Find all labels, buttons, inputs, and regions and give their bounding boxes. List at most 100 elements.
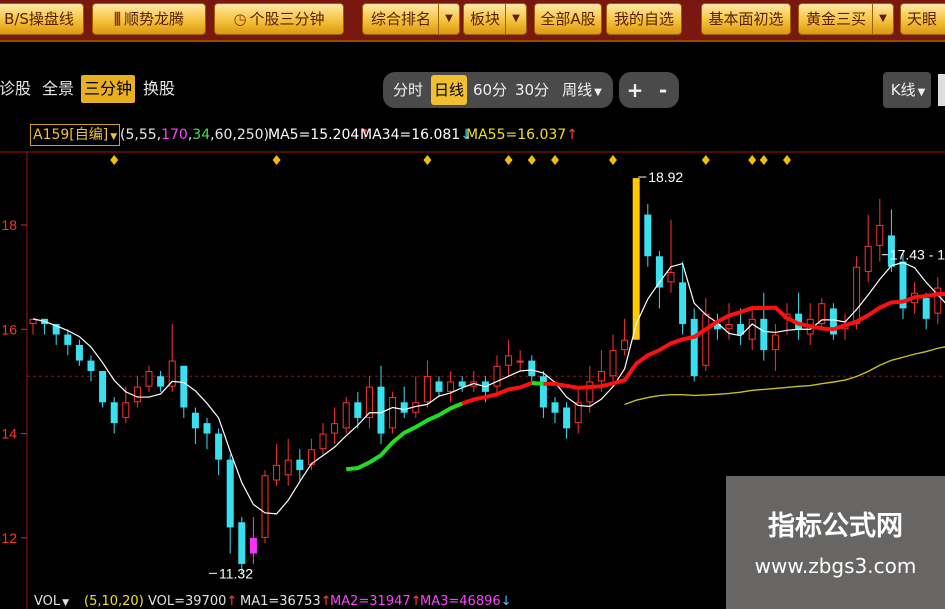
all-a-shares-label: 全部A股 (540, 10, 596, 28)
candle-body (644, 214, 652, 257)
candle-body (64, 334, 72, 345)
my-watchlist-label: 我的自选 (613, 10, 674, 28)
candle-body (539, 376, 547, 408)
volume-ma1: MA1=36753↑ (240, 594, 332, 609)
candle-body (284, 459, 292, 476)
bs-operate-button[interactable]: B/S操盘线 (0, 3, 84, 35)
signal-diamond (527, 155, 536, 165)
tab-diagnose[interactable]: 诊股 (0, 75, 34, 103)
watermark-url: www.zbgs3.com (754, 554, 917, 578)
candle-body (876, 225, 884, 246)
candle-body (864, 245, 872, 272)
fundamental-screen-button[interactable]: 基本面初选 (701, 3, 791, 35)
sector-dropdown-chevron-icon: ▼ (505, 4, 526, 34)
param-34: 34 (192, 127, 211, 143)
volume-params: (5,10,20) (84, 594, 144, 609)
candle-body (748, 318, 756, 340)
ma5-value: MA5=15.204↑ (268, 127, 372, 143)
stock-three-min-button[interactable]: ◷ 个股三分钟 (214, 3, 344, 35)
candle-body (168, 360, 176, 387)
candle-body (29, 318, 37, 325)
trend-dragon-button[interactable]: ⫼ 顺势龙腾 (92, 3, 206, 35)
sector-label: 板块 (469, 10, 500, 28)
zoom-out-button[interactable]: - (651, 75, 675, 105)
golden-three-buy-dropdown[interactable]: 黄金三买 ▼ (798, 3, 894, 35)
period-30min[interactable]: 30分 (514, 75, 550, 105)
candle-body (702, 313, 710, 366)
candle-body (377, 386, 385, 434)
indicator-bar: A159[自编] ▼ (5,55,170,34,60,250) MA5=15.20… (0, 118, 945, 152)
rank-dropdown-chevron-icon: ▼ (438, 4, 459, 34)
all-a-shares-button[interactable]: 全部A股 (534, 3, 602, 35)
right-edge-button[interactable] (938, 74, 945, 106)
sector-dropdown[interactable]: 板块 ▼ (463, 3, 527, 35)
annotation-label: 17.43 - 17 (890, 247, 945, 263)
candle-body (447, 381, 455, 392)
y-tick-label: 12 (1, 530, 17, 546)
rank-label: 综合排名 (370, 10, 431, 28)
ma55-line (624, 346, 945, 406)
candle-body (157, 376, 165, 387)
volume-label[interactable]: VOL ▼ (34, 594, 69, 609)
candle-body (667, 271, 675, 283)
candle-body (597, 371, 605, 382)
signal-diamond (423, 155, 432, 165)
indicator-chevron-icon: ▼ (110, 132, 118, 142)
rank-dropdown[interactable]: 综合排名 ▼ (362, 3, 460, 35)
signal-diamond (272, 155, 281, 165)
candle-body (516, 360, 524, 363)
candle-body (771, 334, 779, 351)
period-weekly-dropdown[interactable]: 周线 ▼ (556, 75, 608, 105)
candle-body (191, 412, 199, 429)
candle-body (238, 522, 246, 564)
period-60min[interactable]: 60分 (472, 75, 508, 105)
kline-type-dropdown[interactable]: K线 ▼ (885, 75, 931, 105)
signal-markers (110, 155, 791, 165)
candle-body (760, 318, 768, 351)
sky-eye-button[interactable]: 天眼 (900, 3, 945, 35)
volume-ma2: MA2=31947↑ (330, 594, 422, 609)
candle-body (215, 433, 223, 460)
zoom-in-button[interactable]: + (623, 75, 647, 105)
candle-body (99, 371, 107, 403)
price-axis: 18 16 14 12 (1, 217, 27, 546)
volume-value: VOL=39700↑ (148, 594, 238, 609)
period-intraday[interactable]: 分时 (390, 75, 426, 105)
candle-body (249, 537, 257, 554)
candle-body (423, 376, 431, 403)
candle-body (853, 266, 861, 325)
golden-three-buy-chevron-icon: ▼ (872, 4, 893, 34)
param-rest: 60,250) (214, 127, 270, 143)
kline-label: K线 (890, 81, 916, 99)
indicator-selector[interactable]: A159[自编] ▼ (30, 124, 121, 146)
candle-body (133, 386, 141, 403)
my-watchlist-button[interactable]: 我的自选 (606, 3, 682, 35)
signal-diamond (701, 155, 710, 165)
tab-overview[interactable]: 全景 (39, 75, 77, 103)
y-tick-label: 18 (1, 217, 17, 233)
tab-switch-stock[interactable]: 换股 (140, 75, 178, 103)
candle-body (342, 402, 350, 429)
candle-body (226, 459, 234, 528)
candle-body (400, 402, 408, 413)
candle-body (505, 355, 513, 366)
candle-body (621, 339, 629, 351)
tab-three-minutes[interactable]: 三分钟 (81, 75, 136, 103)
candle-body (528, 360, 536, 377)
candle-body (725, 324, 733, 330)
watermark: 指标公式网 www.zbgs3.com (726, 476, 945, 609)
candle-body (122, 402, 130, 418)
signal-diamond (748, 155, 757, 165)
watermark-title: 指标公式网 (768, 511, 903, 542)
signal-diamond (759, 155, 768, 165)
period-daily[interactable]: 日线 (431, 75, 467, 105)
stock-three-min-label: 个股三分钟 (249, 10, 325, 28)
weekly-chevron-icon: ▼ (594, 87, 602, 98)
indicator-params: (5,55,170,34,60,250) (120, 127, 270, 143)
sky-eye-label: 天眼 (907, 10, 938, 28)
ma55-value: MA55=16.037↑ (466, 127, 578, 143)
period-weekly-label: 周线 (562, 81, 593, 99)
candle-body (563, 407, 571, 429)
stock-chart-app: 18 16 14 12 18.92 11.32 17.43 - 17 B/S操盘线 ⫼顺势… (0, 0, 945, 609)
signal-diamond (609, 155, 617, 165)
